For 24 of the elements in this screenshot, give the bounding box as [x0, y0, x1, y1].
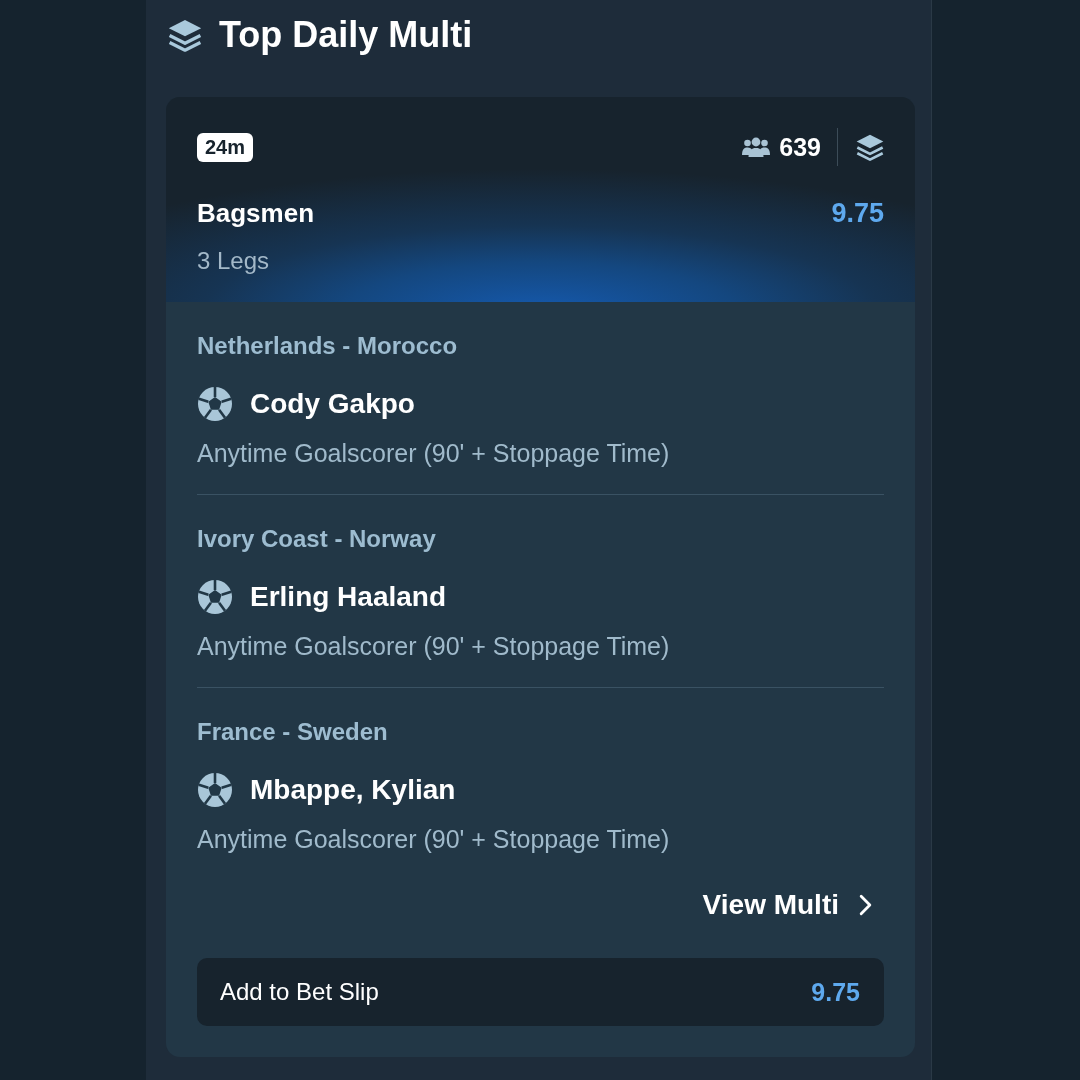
soccer-ball-icon — [197, 386, 233, 422]
section-title: Top Daily Multi — [219, 14, 473, 56]
market-name: Anytime Goalscorer (90' + Stoppage Time) — [197, 439, 670, 467]
stack-icon[interactable] — [856, 133, 884, 161]
add-to-bet-slip-button[interactable]: Add to Bet Slip 9.75 — [197, 958, 884, 1026]
people-icon — [742, 137, 771, 157]
player-name: Erling Haaland — [250, 580, 447, 614]
chevron-right-icon — [859, 894, 872, 916]
soccer-ball-icon — [197, 772, 233, 808]
player-name: Mbappe, Kylian — [250, 773, 456, 807]
time-badge: 24m — [197, 132, 254, 162]
market-name: Anytime Goalscorer (90' + Stoppage Time) — [197, 632, 670, 660]
market-name: Anytime Goalscorer (90' + Stoppage Time) — [197, 825, 670, 853]
follower-count: 639 — [779, 132, 821, 162]
match-name: Netherlands - Morocco — [197, 332, 458, 360]
match-name: Ivory Coast - Norway — [197, 525, 436, 553]
stack-icon — [168, 18, 202, 52]
soccer-ball-icon — [197, 579, 233, 615]
multi-odds: 9.75 — [831, 197, 884, 229]
view-multi-link[interactable]: View Multi — [702, 888, 872, 922]
match-name: France - Sweden — [197, 718, 388, 746]
legs-count: 3 Legs — [197, 247, 270, 275]
multi-name: Bagsmen — [197, 197, 315, 229]
player-name: Cody Gakpo — [250, 387, 415, 421]
